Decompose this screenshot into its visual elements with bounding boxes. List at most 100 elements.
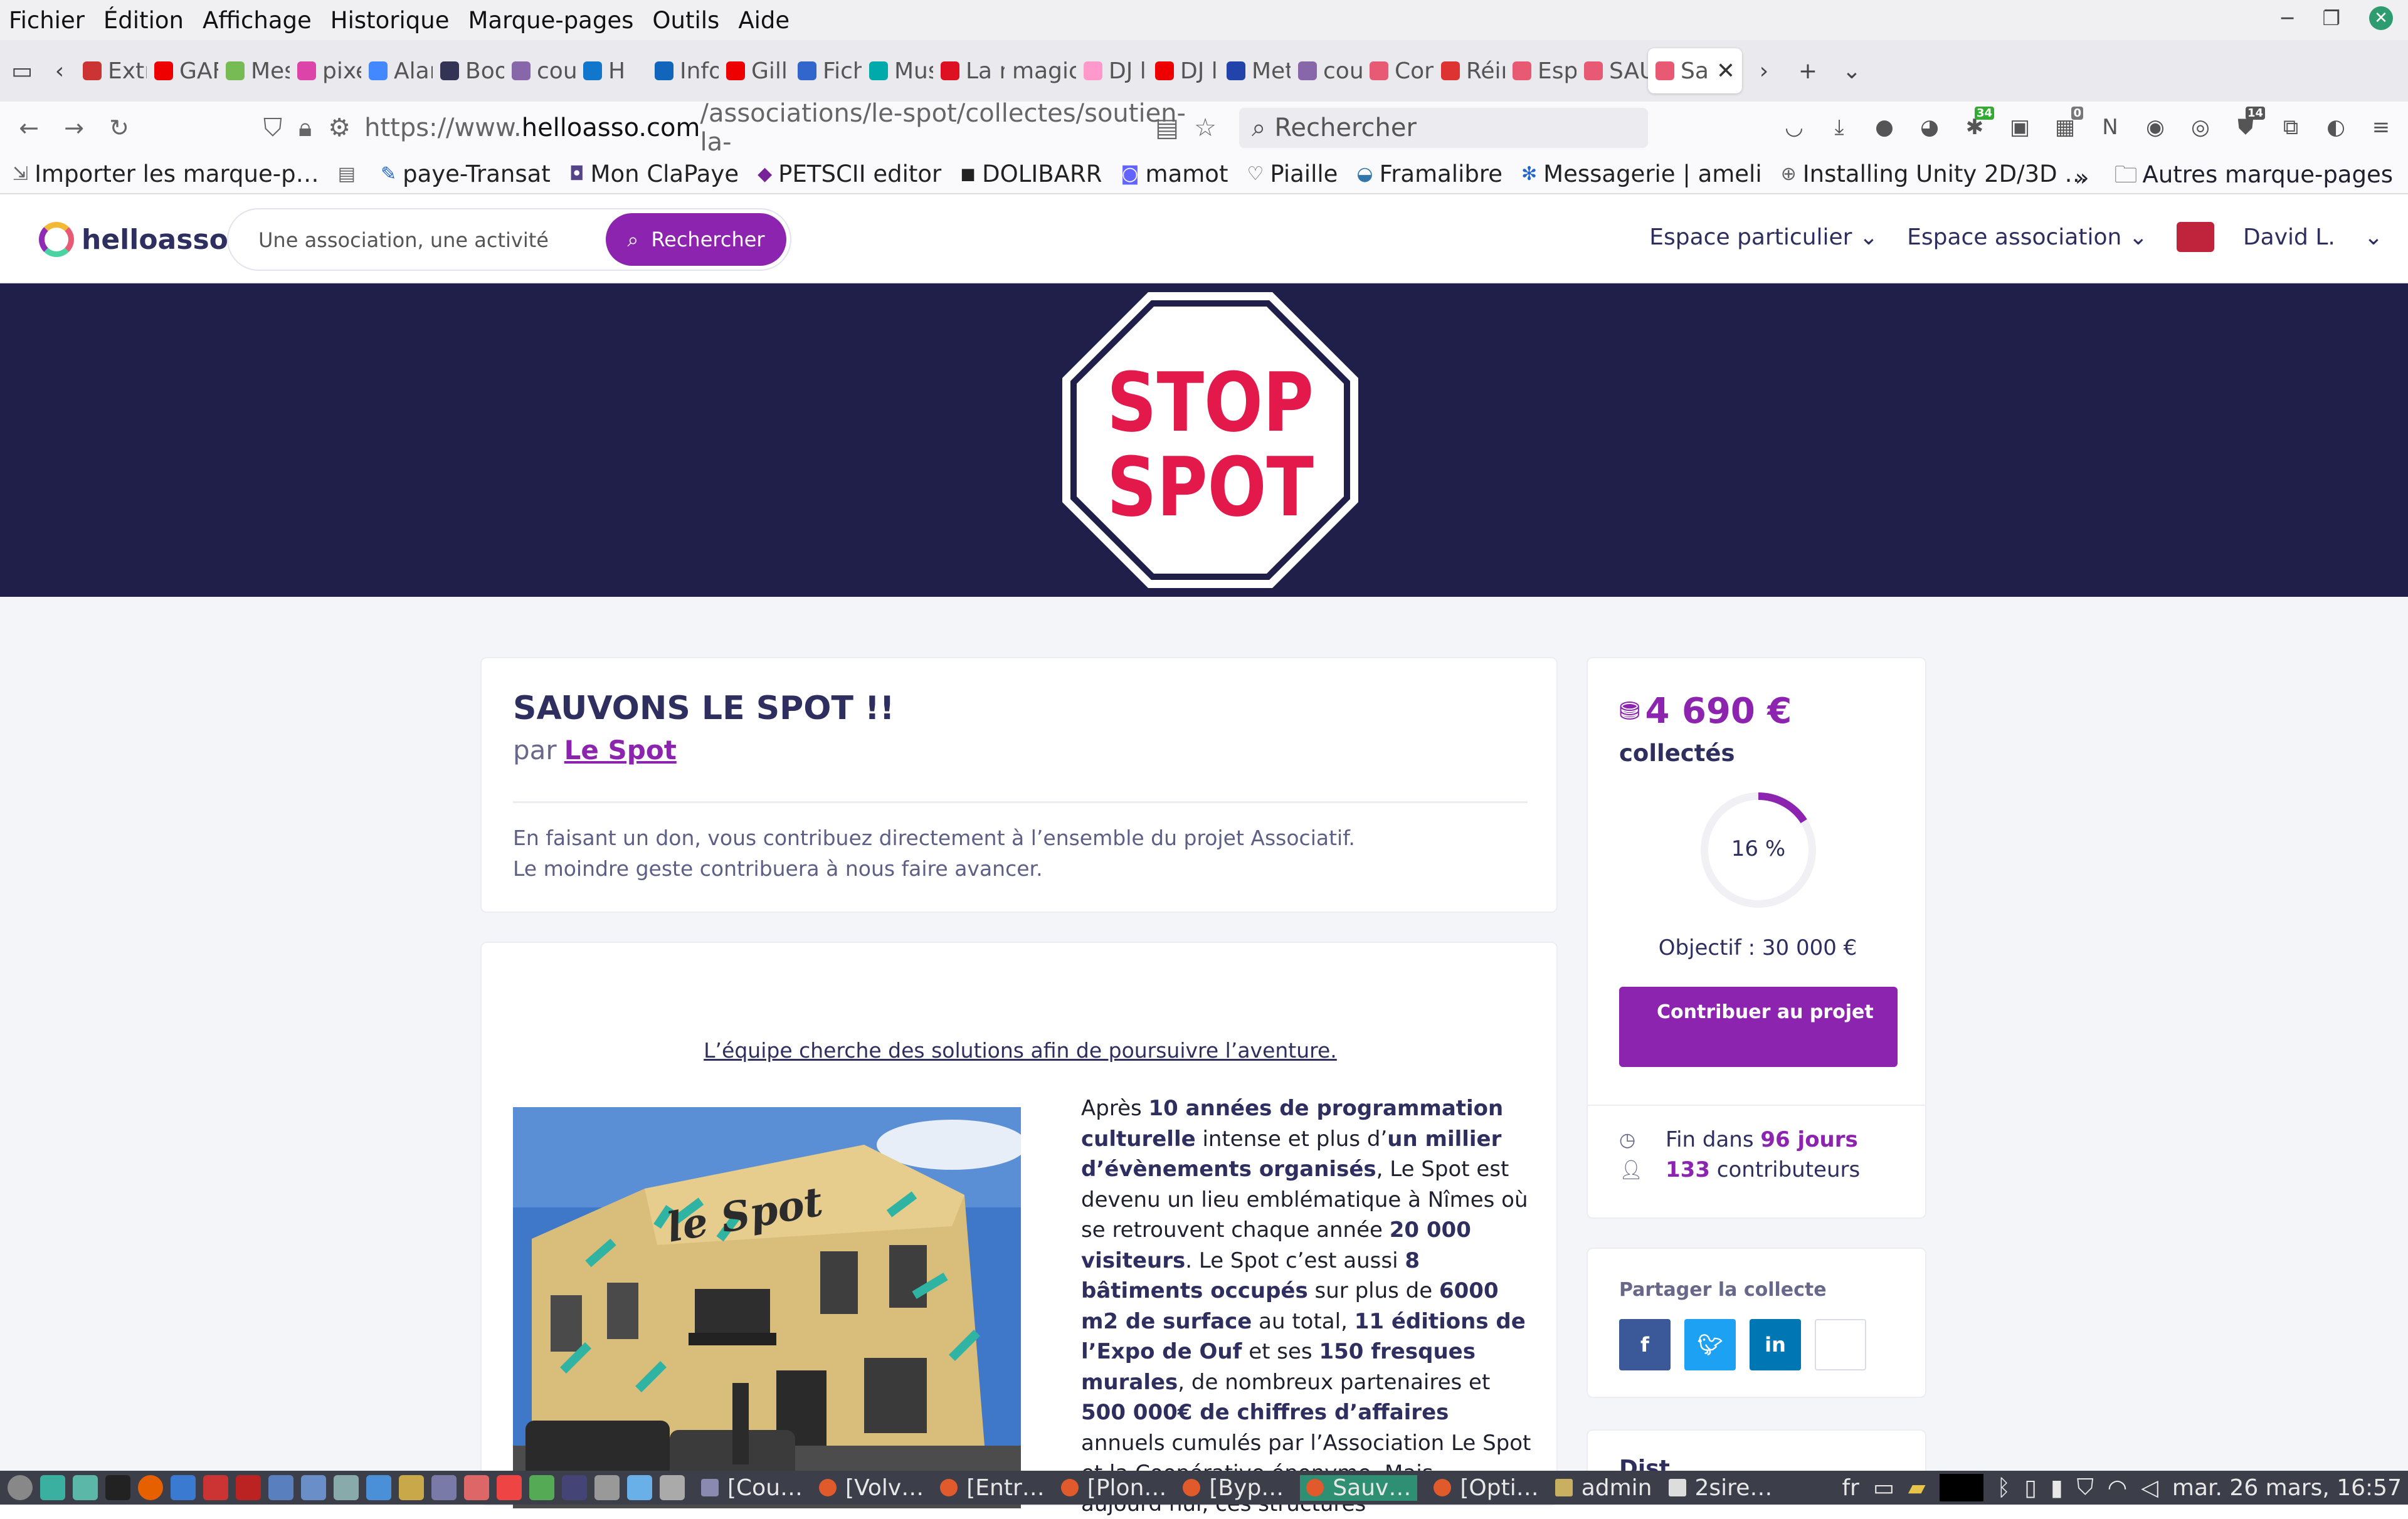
extension-colors-icon[interactable]: ◕ (1914, 112, 1945, 143)
bluetooth-icon[interactable]: ᛒ (1997, 1475, 2011, 1501)
app-icon[interactable] (431, 1475, 457, 1500)
reader-view-icon[interactable]: ▤ (1155, 113, 1179, 142)
twitter-share-button[interactable]: 🐦︎ (1684, 1319, 1736, 1370)
browser-tab[interactable]: Fich (790, 48, 862, 93)
taskbar-window[interactable]: [Byp… (1183, 1475, 1284, 1501)
screen-icon[interactable] (1939, 1474, 1983, 1501)
scroll-tabs-right-icon[interactable]: › (1742, 58, 1786, 84)
bookmark-item[interactable]: ▤ (338, 163, 362, 185)
linkedin-share-button[interactable]: in (1750, 1319, 1801, 1370)
taskbar-window-active[interactable]: Sauv… (1300, 1474, 1418, 1501)
downloads-icon[interactable]: ⤓ (1824, 112, 1855, 143)
pocket-icon[interactable]: ◡ (1778, 112, 1810, 143)
browser-tab[interactable]: Met (1219, 48, 1291, 93)
bookmark-item[interactable]: ◒ Framalibre (1356, 160, 1502, 187)
permissions-icon[interactable]: ⚙ (328, 113, 351, 142)
app-icon[interactable] (301, 1475, 326, 1500)
close-tab-icon[interactable]: ✕ (1716, 58, 1735, 84)
bookmark-star-icon[interactable]: ☆ (1194, 113, 1217, 142)
volume-icon[interactable]: ◁ (2141, 1475, 2158, 1501)
menu-outils[interactable]: Outils (652, 7, 719, 34)
bookmark-item[interactable]: ⇲ Importer les marque-p… (13, 160, 319, 187)
browser-tab[interactable]: SAU (1576, 48, 1648, 93)
search-field[interactable]: ⌕ Rechercher (1239, 108, 1648, 148)
lock-icon[interactable]: 🔒︎ (298, 113, 312, 142)
extension-save-icon[interactable]: ▣ (2004, 112, 2036, 143)
browser-tab[interactable]: La r (933, 48, 1005, 93)
menu-fichier[interactable]: Fichier (9, 7, 85, 34)
bookmark-item[interactable]: ✎ paye-Transat (381, 160, 551, 187)
browser-tab[interactable]: Esp (1505, 48, 1576, 93)
taskbar-window[interactable]: [Volv… (819, 1475, 924, 1501)
forward-icon[interactable]: → (51, 114, 97, 142)
hamburger-menu-icon[interactable]: ≡ (2365, 112, 2397, 143)
browser-tab[interactable]: Mus (862, 48, 933, 93)
browser-tab[interactable]: Alar (361, 48, 433, 93)
taskbar-window[interactable]: admin (1555, 1475, 1652, 1501)
copy-link-button[interactable]: 🔗︎ (1815, 1319, 1866, 1370)
new-tab-icon[interactable]: + (1786, 58, 1830, 84)
extensions-puzzle-icon[interactable]: ⧉ (2275, 112, 2306, 143)
menu-historique[interactable]: Historique (330, 7, 450, 34)
browser-tab[interactable]: Mes (218, 48, 290, 93)
browser-tab[interactable]: GAF (147, 48, 218, 93)
shield-icon[interactable]: ⛉ (263, 113, 282, 142)
menu-marque-pages[interactable]: Marque-pages (468, 7, 633, 34)
app-icon[interactable] (399, 1475, 424, 1500)
taskbar-window[interactable]: [Opti… (1434, 1475, 1539, 1501)
menu-affichage[interactable]: Affichage (203, 7, 312, 34)
helloasso-logo[interactable]: helloasso (39, 222, 228, 257)
app-icon[interactable] (366, 1475, 391, 1500)
filezilla-icon[interactable] (236, 1475, 261, 1500)
browser-tab[interactable]: pixe (290, 48, 361, 93)
browser-tab[interactable]: magic (1005, 48, 1076, 93)
browser-tab[interactable]: DJ l (1148, 48, 1219, 93)
address-bar[interactable]: ⛉ 🔒︎ ⚙ https://www. helloasso.com/associa… (263, 99, 1217, 157)
organization-link[interactable]: Le Spot (564, 735, 677, 765)
browser-tab[interactable]: Info (647, 48, 719, 93)
app-icon[interactable] (594, 1475, 620, 1500)
desktop-icon[interactable] (40, 1475, 65, 1500)
menu-edition[interactable]: Édition (103, 7, 184, 34)
menu-aide[interactable]: Aide (738, 7, 789, 34)
files-icon[interactable] (73, 1475, 98, 1500)
extension-circle-icon[interactable]: ◉ (2140, 112, 2171, 143)
association-search-input[interactable]: Une association, une activité (258, 228, 549, 252)
search-submit-button[interactable]: ⌕ Rechercher (606, 213, 786, 266)
mail-icon[interactable] (268, 1475, 293, 1500)
tab-list-icon[interactable]: ▭ (0, 58, 44, 84)
bookmark-item[interactable]: ✻ Messagerie | ameli (1521, 160, 1762, 187)
app-icon[interactable] (562, 1475, 587, 1500)
restore-icon[interactable]: ❐ (2322, 6, 2340, 30)
browser-tab[interactable]: Réir (1434, 48, 1505, 93)
app-icon[interactable] (660, 1475, 685, 1500)
taskbar-window[interactable]: 2sire… (1668, 1475, 1772, 1501)
monitor-icon[interactable]: ▭ (1873, 1475, 1894, 1501)
ublock-icon[interactable]: ⛊ 14 (2230, 107, 2265, 143)
extension-n-icon[interactable]: N (2094, 112, 2126, 143)
app-icon[interactable] (203, 1475, 228, 1500)
scroll-tabs-left-icon[interactable]: ‹ (44, 58, 75, 84)
account-icon[interactable]: ◐ (2320, 112, 2352, 143)
app-icon[interactable] (464, 1475, 489, 1500)
taskbar-window[interactable]: [Entr… (940, 1475, 1045, 1501)
reload-icon[interactable]: ↻ (97, 114, 142, 142)
contribute-button[interactable]: Contribuer au projet (1619, 987, 1898, 1067)
shield-tray-icon[interactable]: ⛉ (2077, 1474, 2094, 1501)
editor-icon[interactable] (171, 1475, 196, 1500)
browser-tab[interactable]: DJ l (1076, 48, 1148, 93)
firefox-icon[interactable] (138, 1475, 163, 1500)
app-icon[interactable] (529, 1475, 554, 1500)
bookmark-item[interactable]: ⊕ Installing Unity 2D/3D … (1781, 160, 2088, 187)
espace-association-menu[interactable]: Espace association ⌄ (1907, 224, 2148, 250)
taskbar-window[interactable]: [Plon… (1060, 1475, 1166, 1501)
user-menu[interactable]: David L. ⌄ (2176, 222, 2383, 252)
minimize-icon[interactable]: ─ (2281, 6, 2293, 30)
folder-icon[interactable]: ▰ (1908, 1475, 1926, 1501)
app-icon[interactable] (334, 1475, 359, 1500)
browser-tab[interactable]: H (576, 48, 647, 93)
browser-tab[interactable]: cou (504, 48, 576, 93)
extension-counter-icon[interactable]: ▦ 0 (2049, 107, 2083, 143)
back-icon[interactable]: ← (6, 114, 51, 142)
facebook-share-button[interactable]: f (1619, 1319, 1671, 1370)
